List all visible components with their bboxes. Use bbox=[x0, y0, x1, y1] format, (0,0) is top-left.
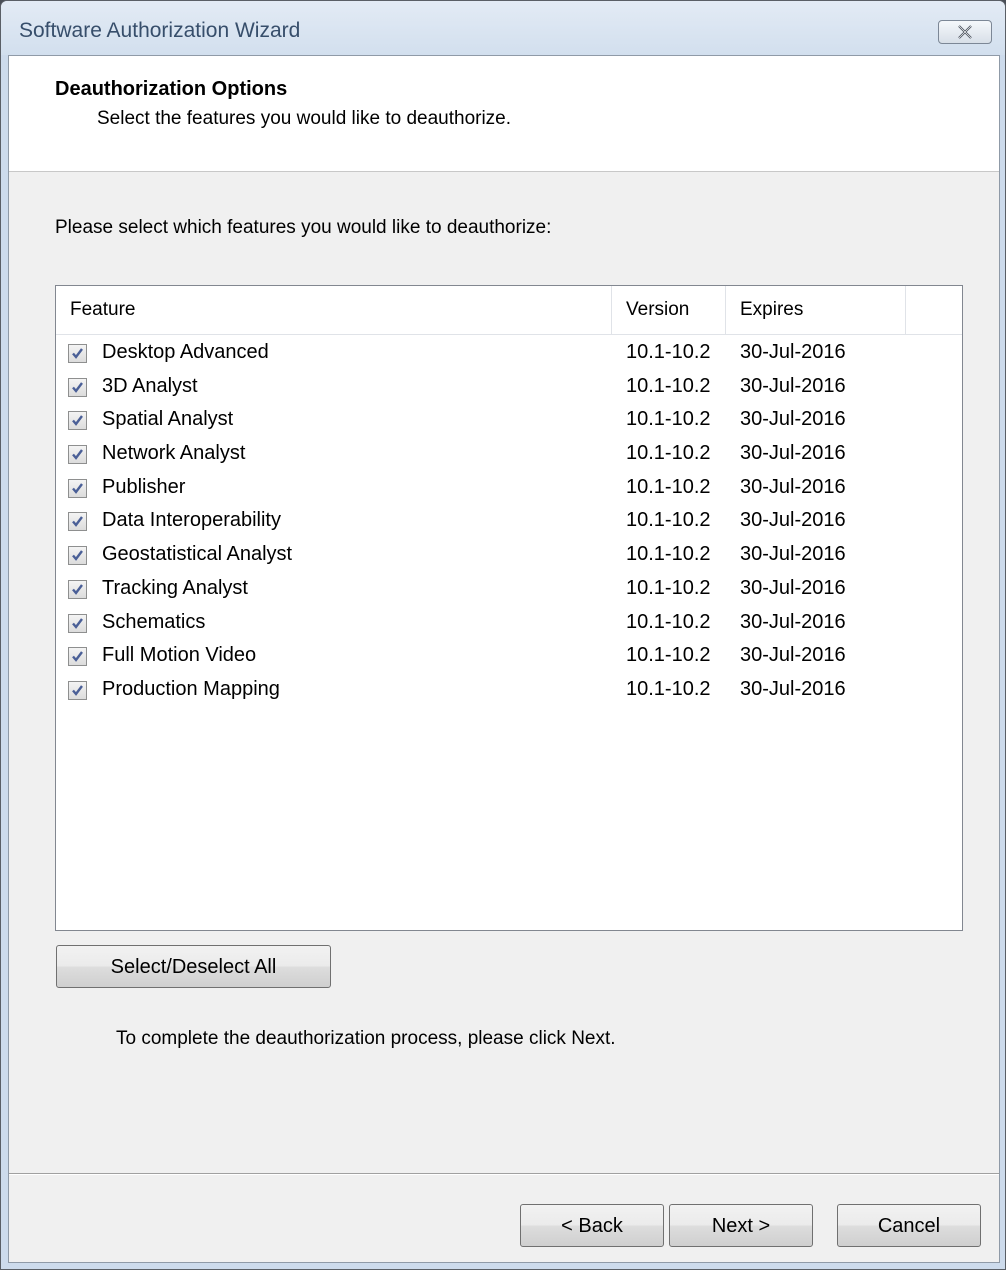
footer-divider bbox=[9, 1173, 999, 1175]
feature-version: 10.1-10.2 bbox=[626, 442, 711, 465]
feature-version: 10.1-10.2 bbox=[626, 475, 711, 498]
table-row[interactable]: Production Mapping 10.1-10.2 30-Jul-2016 bbox=[56, 675, 962, 709]
column-header-version[interactable]: Version bbox=[612, 286, 726, 334]
feature-checkbox[interactable] bbox=[68, 647, 87, 667]
feature-checkbox[interactable] bbox=[68, 478, 87, 498]
feature-expires: 30-Jul-2016 bbox=[740, 374, 846, 397]
feature-name: Publisher bbox=[102, 475, 186, 498]
table-row[interactable]: Desktop Advanced 10.1-10.2 30-Jul-2016 bbox=[56, 338, 962, 372]
feature-checkbox[interactable] bbox=[68, 613, 87, 633]
feature-name: Production Mapping bbox=[102, 677, 280, 700]
feature-version: 10.1-10.2 bbox=[626, 576, 711, 599]
table-row[interactable]: Data Interoperability 10.1-10.2 30-Jul-201… bbox=[56, 506, 962, 540]
feature-name: Full Motion Video bbox=[102, 644, 257, 667]
feature-name: Spatial Analyst bbox=[102, 408, 234, 431]
cancel-button[interactable]: Cancel bbox=[837, 1204, 981, 1247]
feature-expires: 30-Jul-2016 bbox=[740, 475, 846, 498]
feature-checkbox[interactable] bbox=[68, 411, 87, 431]
checkmark-icon bbox=[72, 449, 83, 460]
feature-expires: 30-Jul-2016 bbox=[740, 341, 846, 363]
checkmark-icon bbox=[72, 617, 83, 629]
checkmark-icon bbox=[72, 483, 83, 494]
feature-checkbox[interactable] bbox=[68, 680, 87, 700]
feature-version: 10.1-10.2 bbox=[626, 374, 711, 397]
checkmark-icon bbox=[72, 584, 83, 595]
wizard-content: Deauthorization Options Select the featu… bbox=[8, 55, 1000, 1263]
table-row[interactable]: Publisher 10.1-10.2 30-Jul-2016 bbox=[56, 473, 962, 507]
table-row[interactable]: Network Analyst 10.1-10.2 30-Jul-2016 bbox=[56, 439, 962, 473]
instruction-label: Please select which features you would l… bbox=[55, 217, 552, 238]
feature-name: Tracking Analyst bbox=[102, 576, 248, 599]
feature-name: 3D Analyst bbox=[102, 374, 198, 397]
checkmark-icon bbox=[72, 381, 83, 393]
checkmark-icon bbox=[72, 516, 83, 528]
feature-checkbox[interactable] bbox=[68, 579, 87, 599]
column-header-feature[interactable]: Feature bbox=[56, 286, 612, 334]
select-deselect-all-button[interactable]: Select/Deselect All bbox=[56, 945, 331, 988]
feature-name: Schematics bbox=[102, 610, 206, 633]
table-row[interactable]: Tracking Analyst 10.1-10.2 30-Jul-2016 bbox=[56, 574, 962, 608]
feature-checkbox[interactable] bbox=[68, 546, 87, 566]
table-row[interactable]: Full Motion Video 10.1-10.2 30-Jul-2016 bbox=[56, 641, 962, 675]
completion-note: To complete the deauthorization process,… bbox=[116, 1028, 616, 1049]
feature-expires: 30-Jul-2016 bbox=[740, 509, 846, 532]
feature-checkbox[interactable] bbox=[68, 377, 87, 397]
column-header-expires[interactable]: Expires bbox=[726, 286, 906, 334]
checkmark-icon bbox=[72, 550, 83, 562]
close-icon bbox=[958, 25, 972, 39]
feature-checkbox[interactable] bbox=[68, 445, 87, 465]
feature-expires: 30-Jul-2016 bbox=[740, 677, 846, 700]
back-button[interactable]: < Back bbox=[520, 1204, 664, 1247]
feature-expires: 30-Jul-2016 bbox=[740, 442, 846, 465]
feature-name: Network Analyst bbox=[102, 442, 246, 465]
close-button[interactable] bbox=[938, 20, 992, 44]
feature-version: 10.1-10.2 bbox=[626, 543, 711, 566]
feature-expires: 30-Jul-2016 bbox=[740, 408, 846, 431]
feature-version: 10.1-10.2 bbox=[626, 610, 711, 633]
feature-expires: 30-Jul-2016 bbox=[740, 576, 846, 599]
feature-name: Geostatistical Analyst bbox=[102, 543, 293, 566]
checkmark-icon bbox=[72, 685, 83, 696]
feature-version: 10.1-10.2 bbox=[626, 341, 711, 363]
checkmark-icon bbox=[72, 651, 83, 663]
checkmark-icon bbox=[72, 348, 83, 359]
list-header: Feature Version Expires bbox=[56, 286, 962, 335]
feature-version: 10.1-10.2 bbox=[626, 677, 711, 700]
page-title: Deauthorization Options bbox=[55, 78, 288, 100]
window-title: Software Authorization Wizard bbox=[19, 19, 301, 42]
wizard-header: Deauthorization Options Select the featu… bbox=[9, 56, 999, 172]
page-subtitle: Select the features you would like to de… bbox=[97, 108, 512, 129]
feature-checkbox[interactable] bbox=[68, 512, 87, 532]
table-row[interactable]: 3D Analyst 10.1-10.2 30-Jul-2016 bbox=[56, 372, 962, 406]
feature-expires: 30-Jul-2016 bbox=[740, 644, 846, 667]
feature-version: 10.1-10.2 bbox=[626, 644, 711, 667]
table-row[interactable]: Spatial Analyst 10.1-10.2 30-Jul-2016 bbox=[56, 405, 962, 439]
next-button[interactable]: Next > bbox=[669, 1204, 813, 1247]
feature-version: 10.1-10.2 bbox=[626, 408, 711, 431]
title-bar: Software Authorization Wizard bbox=[1, 1, 1005, 55]
feature-expires: 30-Jul-2016 bbox=[740, 610, 846, 633]
feature-checkbox[interactable] bbox=[68, 344, 87, 363]
feature-list[interactable]: Feature Version Expires Desktop Advanced… bbox=[55, 285, 963, 931]
table-row[interactable]: Schematics 10.1-10.2 30-Jul-2016 bbox=[56, 608, 962, 642]
wizard-window: Software Authorization Wizard Deauthoriz… bbox=[0, 0, 1006, 1270]
table-row[interactable]: Geostatistical Analyst 10.1-10.2 30-Jul-20… bbox=[56, 540, 962, 574]
feature-name: Data Interoperability bbox=[102, 509, 281, 532]
feature-version: 10.1-10.2 bbox=[626, 509, 711, 532]
checkmark-icon bbox=[72, 415, 83, 427]
feature-name: Desktop Advanced bbox=[102, 341, 269, 363]
feature-expires: 30-Jul-2016 bbox=[740, 543, 846, 566]
list-rows: Desktop Advanced 10.1-10.2 30-Jul-2016 3D A… bbox=[56, 338, 962, 709]
